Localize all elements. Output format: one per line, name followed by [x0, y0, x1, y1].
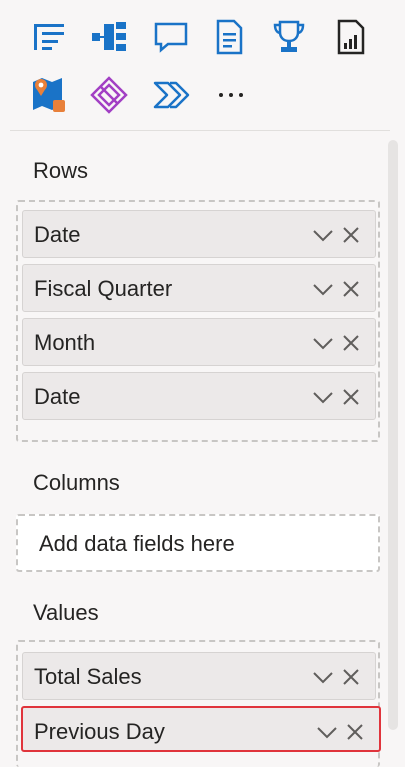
rows-section-title: Rows — [33, 158, 89, 183]
vertical-scrollbar[interactable] — [388, 140, 398, 730]
decomposition-tree-icon[interactable] — [90, 18, 128, 56]
more-options-icon[interactable] — [212, 76, 250, 114]
values-section-title: Values — [33, 600, 99, 625]
rows-field-date-2[interactable]: Date — [22, 372, 376, 420]
columns-placeholder: Add data fields here — [39, 531, 235, 556]
rows-field-fiscal-quarter[interactable]: Fiscal Quarter — [22, 264, 376, 312]
gallery-divider — [10, 130, 390, 131]
smart-narrative-icon[interactable] — [210, 18, 248, 56]
close-icon[interactable] — [339, 331, 363, 355]
close-icon[interactable] — [339, 223, 363, 247]
values-field-previous-day[interactable]: Previous Day — [21, 706, 381, 752]
matrix-icon[interactable] — [30, 18, 68, 56]
rows-field-month[interactable]: Month — [22, 318, 376, 366]
key-influencer-trophy-icon[interactable] — [270, 18, 308, 56]
chevron-down-icon[interactable] — [311, 385, 335, 409]
visual-gallery — [0, 0, 405, 128]
columns-section-title: Columns — [33, 470, 120, 495]
field-label: Month — [34, 330, 96, 355]
chevron-down-icon[interactable] — [311, 665, 335, 689]
values-field-total-sales[interactable]: Total Sales — [22, 652, 376, 700]
field-label: Total Sales — [34, 664, 142, 689]
chevron-down-icon[interactable] — [315, 720, 339, 744]
chevron-down-icon[interactable] — [311, 223, 335, 247]
close-icon[interactable] — [339, 277, 363, 301]
power-apps-icon[interactable] — [90, 76, 128, 114]
close-icon[interactable] — [339, 385, 363, 409]
close-icon[interactable] — [343, 720, 367, 744]
field-label: Previous Day — [34, 719, 165, 744]
field-label: Date — [34, 222, 81, 247]
rows-field-date[interactable]: Date — [22, 210, 376, 258]
chevron-down-icon[interactable] — [311, 277, 335, 301]
field-label: Date — [34, 384, 81, 409]
chevron-down-icon[interactable] — [311, 331, 335, 355]
field-label: Fiscal Quarter — [34, 276, 173, 301]
paginated-report-icon[interactable] — [332, 18, 370, 56]
qa-chat-icon[interactable] — [152, 18, 190, 56]
visualizations-pane: Rows Date Fiscal Quarter Month Date Colu… — [0, 0, 405, 767]
power-automate-icon[interactable] — [152, 76, 190, 114]
azure-map-icon[interactable] — [30, 76, 68, 114]
close-icon[interactable] — [339, 665, 363, 689]
